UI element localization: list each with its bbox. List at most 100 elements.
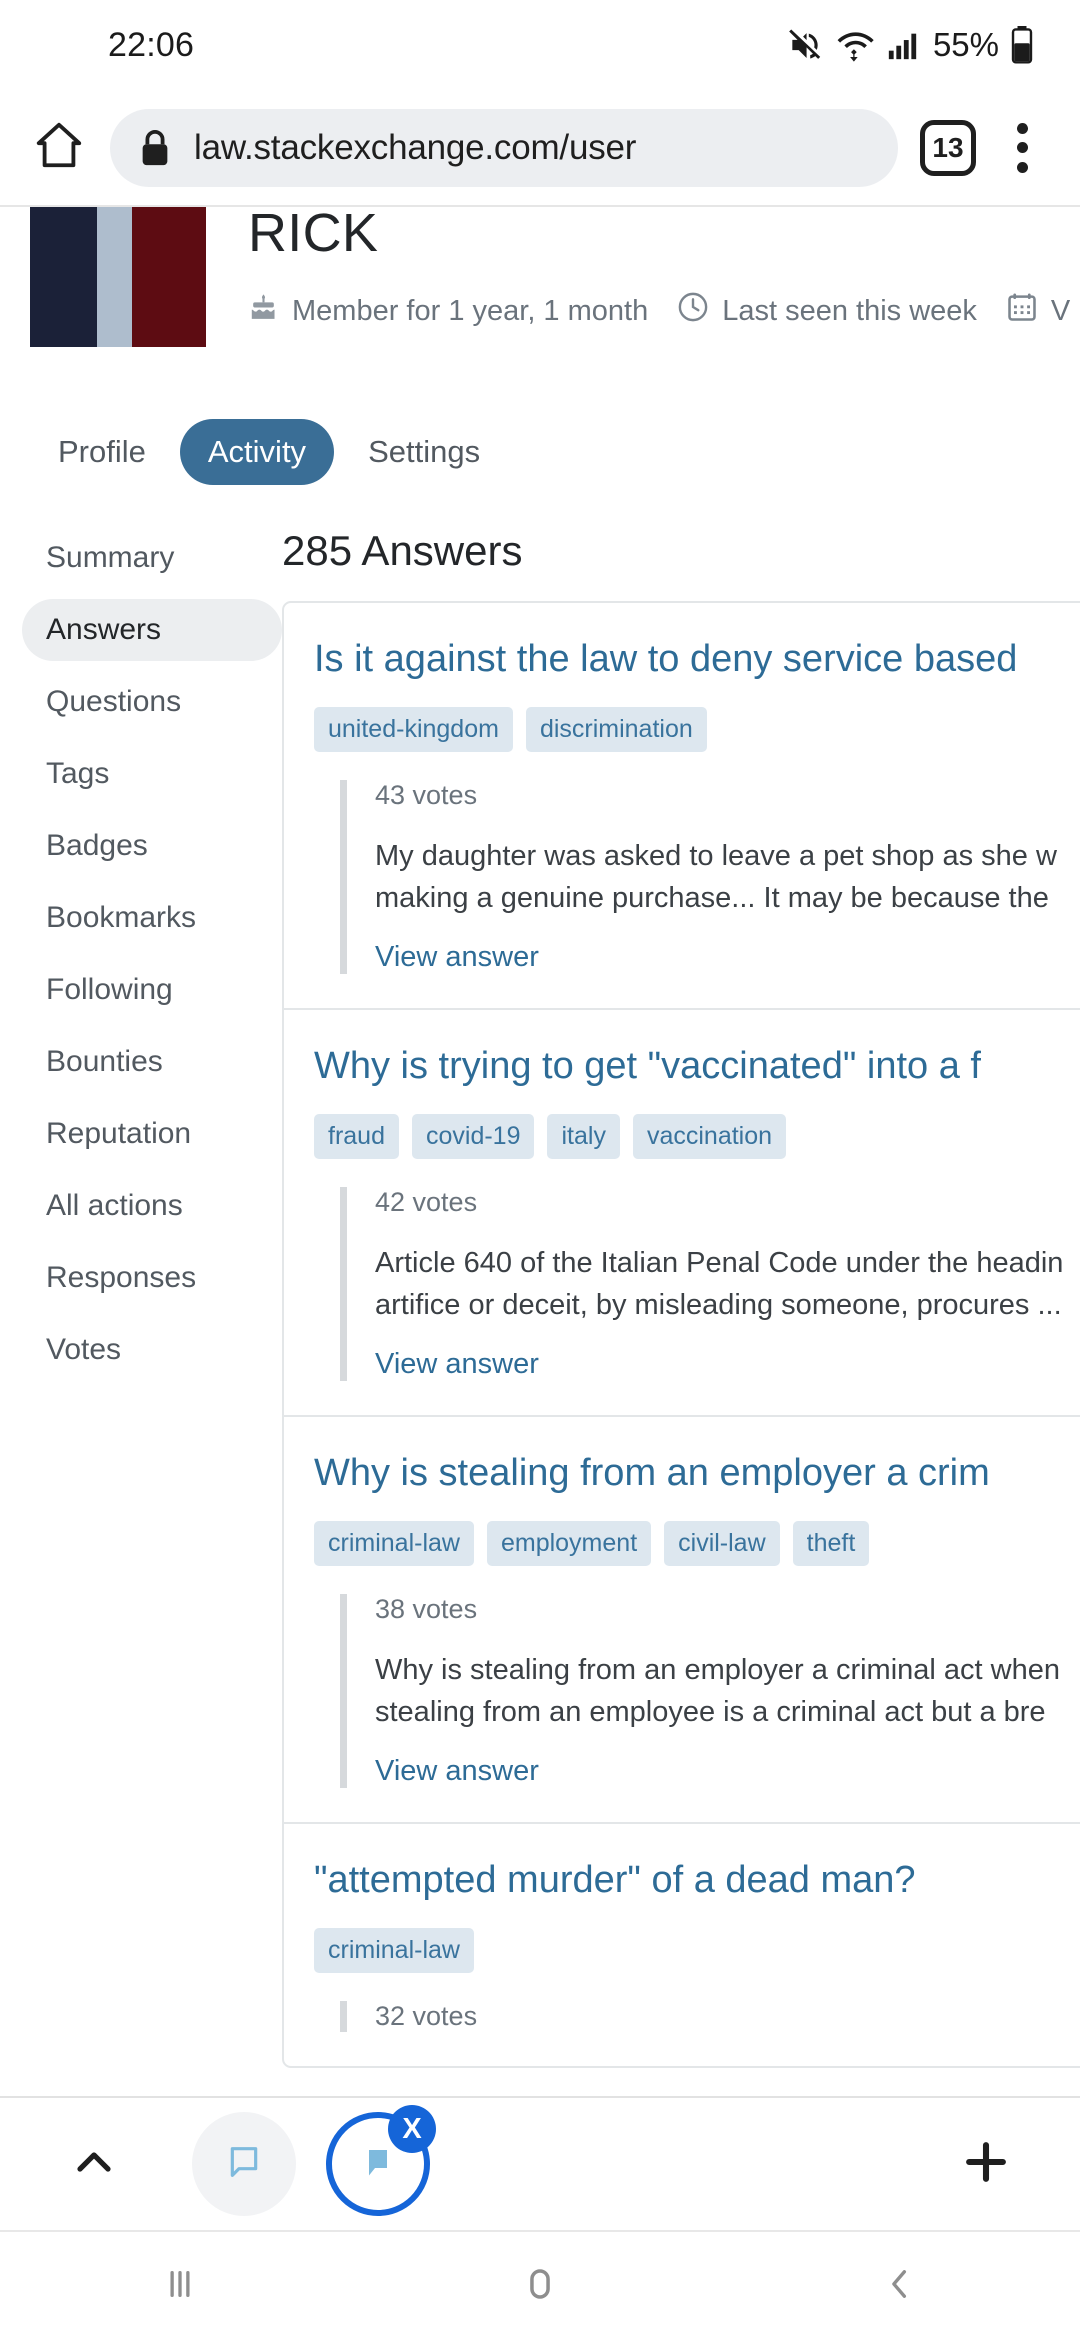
mute-icon xyxy=(786,26,824,64)
home-button[interactable] xyxy=(18,107,100,189)
sidebar-item-answers[interactable]: Answers xyxy=(22,599,282,661)
view-answer-link[interactable]: View answer xyxy=(375,1755,1080,1788)
tab-profile[interactable]: Profile xyxy=(30,419,174,485)
calendar-icon xyxy=(1006,291,1038,331)
menu-dot-3 xyxy=(1016,161,1028,173)
sidebar-item-badges[interactable]: Badges xyxy=(22,815,282,877)
browser-bottom-bar: X xyxy=(0,2096,1080,2232)
home-icon xyxy=(32,118,86,177)
recents-icon xyxy=(159,2263,201,2310)
url-text: law.stackexchange.com/user xyxy=(194,127,637,167)
sidebar-item-bookmarks[interactable]: Bookmarks xyxy=(22,887,282,949)
activity-sidebar: Summary Answers Questions Tags Badges Bo… xyxy=(0,527,282,2068)
avatar-stripe-1 xyxy=(30,207,97,347)
recents-button[interactable] xyxy=(105,2263,255,2310)
profile-header: RICK Member for 1 year, 1 month Last see… xyxy=(0,207,1080,347)
speech-bubble-icon xyxy=(224,2142,264,2187)
answer-quote: 42 votes Article 640 of the Italian Pena… xyxy=(340,1187,1080,1381)
user-display-name: RICK xyxy=(248,209,379,253)
view-answer-link[interactable]: View answer xyxy=(375,1348,1080,1381)
address-bar[interactable]: law.stackexchange.com/user xyxy=(110,108,898,187)
visited-label: V xyxy=(1050,294,1071,327)
browser-menu-button[interactable] xyxy=(994,117,1050,179)
battery-percent-label: 55% xyxy=(932,26,999,63)
vote-count: 32 votes xyxy=(375,2001,478,2031)
table-row[interactable]: Is it against the law to deny service ba… xyxy=(284,603,1080,1010)
tag[interactable]: united-kingdom xyxy=(314,707,513,752)
tag[interactable]: fraud xyxy=(314,1114,399,1159)
excerpt-line: My daughter was asked to leave a pet sho… xyxy=(375,840,1057,872)
tag[interactable]: employment xyxy=(486,1521,652,1566)
answer-list: Is it against the law to deny service ba… xyxy=(282,601,1080,2068)
visited-item: V xyxy=(1006,291,1070,331)
tag-row: fraud covid-19 italy vaccination xyxy=(314,1114,1080,1159)
status-time: 22:06 xyxy=(108,25,195,64)
sidebar-item-responses[interactable]: Responses xyxy=(22,1247,282,1309)
tag[interactable]: discrimination xyxy=(525,707,707,752)
question-title-link[interactable]: Why is trying to get "vaccinated" into a… xyxy=(314,1040,1080,1092)
home-button-nav[interactable] xyxy=(465,2263,615,2310)
member-for-label: Member for 1 year, 1 month xyxy=(292,294,649,327)
tab-counter-button[interactable]: 13 xyxy=(920,119,976,176)
answer-excerpt: My daughter was asked to leave a pet sho… xyxy=(375,835,1080,919)
tab-activity[interactable]: Activity xyxy=(179,419,335,485)
tag-row: criminal-law employment civil-law theft xyxy=(314,1521,1080,1566)
sidebar-item-questions[interactable]: Questions xyxy=(22,671,282,733)
tag-row: united-kingdom discrimination xyxy=(314,707,1080,752)
web-page-viewport[interactable]: RICK Member for 1 year, 1 month Last see… xyxy=(0,205,1080,2096)
sidebar-item-votes[interactable]: Votes xyxy=(22,1319,282,1381)
avatar[interactable] xyxy=(30,207,206,347)
sidebar-item-bounties[interactable]: Bounties xyxy=(22,1031,282,1093)
tag[interactable]: criminal-law xyxy=(314,1521,474,1566)
answer-excerpt: Article 640 of the Italian Penal Code un… xyxy=(375,1242,1080,1326)
back-button[interactable] xyxy=(825,2263,975,2310)
tab-settings[interactable]: Settings xyxy=(340,419,508,485)
battery-icon xyxy=(1010,26,1034,64)
answers-main-column: 285 Answers Is it against the law to den… xyxy=(282,527,1080,2068)
sidebar-item-following[interactable]: Following xyxy=(22,959,282,1021)
phone-screen: 22:06 55% law.stackexchange.com/user 13 … xyxy=(0,0,1080,2340)
table-row[interactable]: Why is trying to get "vaccinated" into a… xyxy=(284,1010,1080,1417)
wifi-icon xyxy=(835,26,875,64)
tag[interactable]: covid-19 xyxy=(411,1114,535,1159)
answer-quote: 32 votes xyxy=(340,2001,1080,2032)
back-chevron-icon xyxy=(879,2263,921,2310)
question-title-link[interactable]: "attempted murder" of a dead man? xyxy=(314,1854,1080,1906)
excerpt-line: making a genuine purchase... It may be b… xyxy=(375,882,1049,914)
tag[interactable]: civil-law xyxy=(664,1521,780,1566)
status-icons: 55% xyxy=(786,26,1034,64)
vote-count: 38 votes xyxy=(375,1594,478,1624)
tag[interactable]: italy xyxy=(547,1114,620,1159)
activity-body: Summary Answers Questions Tags Badges Bo… xyxy=(0,527,1080,2068)
inactive-tab-button[interactable] xyxy=(192,2112,296,2216)
question-title-link[interactable]: Is it against the law to deny service ba… xyxy=(314,633,1080,685)
vote-count: 43 votes xyxy=(375,780,478,810)
member-for-item: Member for 1 year, 1 month xyxy=(248,292,648,331)
last-seen-item: Last seen this week xyxy=(677,291,977,331)
plus-icon xyxy=(959,2135,1013,2194)
browser-toolbar: law.stackexchange.com/user 13 xyxy=(0,90,1080,205)
excerpt-line: Article 640 of the Italian Penal Code un… xyxy=(375,1247,1064,1279)
sidebar-item-summary[interactable]: Summary xyxy=(22,527,282,589)
tag[interactable]: theft xyxy=(792,1521,870,1566)
excerpt-line: artifice or deceit, by misleading someon… xyxy=(375,1289,1062,1321)
sidebar-item-reputation[interactable]: Reputation xyxy=(22,1103,282,1165)
page-title: 285 Answers xyxy=(282,527,523,574)
scroll-up-button[interactable] xyxy=(52,2138,136,2191)
sidebar-item-tags[interactable]: Tags xyxy=(22,743,282,805)
tag[interactable]: vaccination xyxy=(632,1114,787,1159)
clock-icon xyxy=(677,291,709,331)
table-row[interactable]: Why is stealing from an employer a crim … xyxy=(284,1417,1080,1824)
vote-count: 42 votes xyxy=(375,1187,478,1217)
sidebar-item-all-actions[interactable]: All actions xyxy=(22,1175,282,1237)
table-row[interactable]: "attempted murder" of a dead man? crimin… xyxy=(284,1824,1080,2066)
menu-dot-1 xyxy=(1016,122,1028,134)
close-tab-badge[interactable]: X xyxy=(388,2105,436,2153)
view-answer-link[interactable]: View answer xyxy=(375,941,1080,974)
question-title-link[interactable]: Why is stealing from an employer a crim xyxy=(314,1447,1080,1499)
lock-icon xyxy=(138,129,172,167)
tag[interactable]: criminal-law xyxy=(314,1928,474,1973)
new-tab-button[interactable] xyxy=(944,2135,1028,2194)
active-tab-button[interactable]: X xyxy=(326,2105,436,2216)
excerpt-line: Why is stealing from an employer a crimi… xyxy=(375,1654,1060,1686)
